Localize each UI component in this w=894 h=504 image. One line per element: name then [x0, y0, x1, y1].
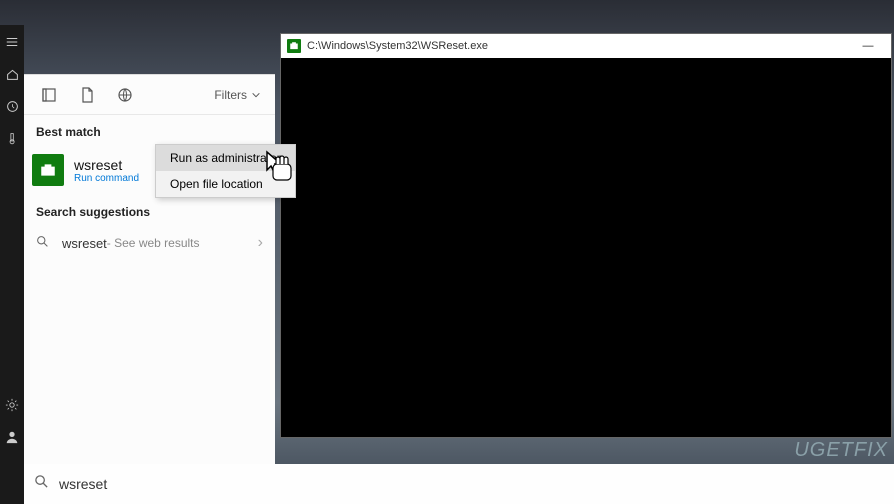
- store-icon: [287, 39, 301, 53]
- search-icon: [34, 474, 49, 494]
- search-icon: [36, 235, 52, 251]
- filters-label: Filters: [214, 88, 247, 102]
- home-icon[interactable]: [5, 67, 19, 81]
- start-menu-tabs: Filters: [24, 75, 275, 115]
- context-menu: Run as administrator Open file location: [155, 144, 296, 198]
- store-app-icon: [32, 154, 64, 186]
- menu-open-file-location[interactable]: Open file location: [156, 171, 295, 197]
- taskbar-search-input[interactable]: [59, 476, 259, 492]
- thermometer-icon[interactable]: [5, 131, 19, 145]
- command-prompt-window: C:\Windows\System32\WSReset.exe —: [280, 33, 892, 438]
- cmd-body[interactable]: [281, 58, 891, 437]
- start-sidebar-rail: [0, 25, 24, 504]
- search-suggestion-item[interactable]: wsreset - See web results ›: [24, 225, 275, 261]
- tab-apps[interactable]: [30, 75, 68, 115]
- result-title: wsreset: [74, 157, 139, 173]
- menu-run-as-admin[interactable]: Run as administrator: [156, 145, 295, 171]
- tab-web[interactable]: [106, 75, 144, 115]
- chevron-down-icon: [251, 90, 261, 100]
- taskbar-search[interactable]: [34, 464, 274, 504]
- chevron-right-icon: ›: [258, 234, 263, 252]
- search-suggestions-label: Search suggestions: [24, 195, 275, 225]
- tab-documents[interactable]: [68, 75, 106, 115]
- suggestion-text: wsreset: [62, 236, 107, 251]
- watermark-logo: UGETFIX: [794, 439, 888, 462]
- start-menu-panel: Filters Best match wsreset Run command S…: [24, 74, 275, 464]
- hamburger-icon[interactable]: [5, 35, 19, 49]
- taskbar: [24, 464, 894, 504]
- user-icon[interactable]: [5, 430, 19, 444]
- result-subtitle: Run command: [74, 173, 139, 184]
- cmd-titlebar[interactable]: C:\Windows\System32\WSReset.exe —: [281, 34, 891, 58]
- minimize-button[interactable]: —: [851, 34, 885, 58]
- cmd-title-text: C:\Windows\System32\WSReset.exe: [307, 40, 488, 52]
- gear-icon[interactable]: [5, 398, 19, 412]
- clock-icon[interactable]: [5, 99, 19, 113]
- best-match-label: Best match: [24, 115, 275, 145]
- filters-button[interactable]: Filters: [214, 88, 261, 102]
- suggestion-sub: - See web results: [107, 236, 200, 250]
